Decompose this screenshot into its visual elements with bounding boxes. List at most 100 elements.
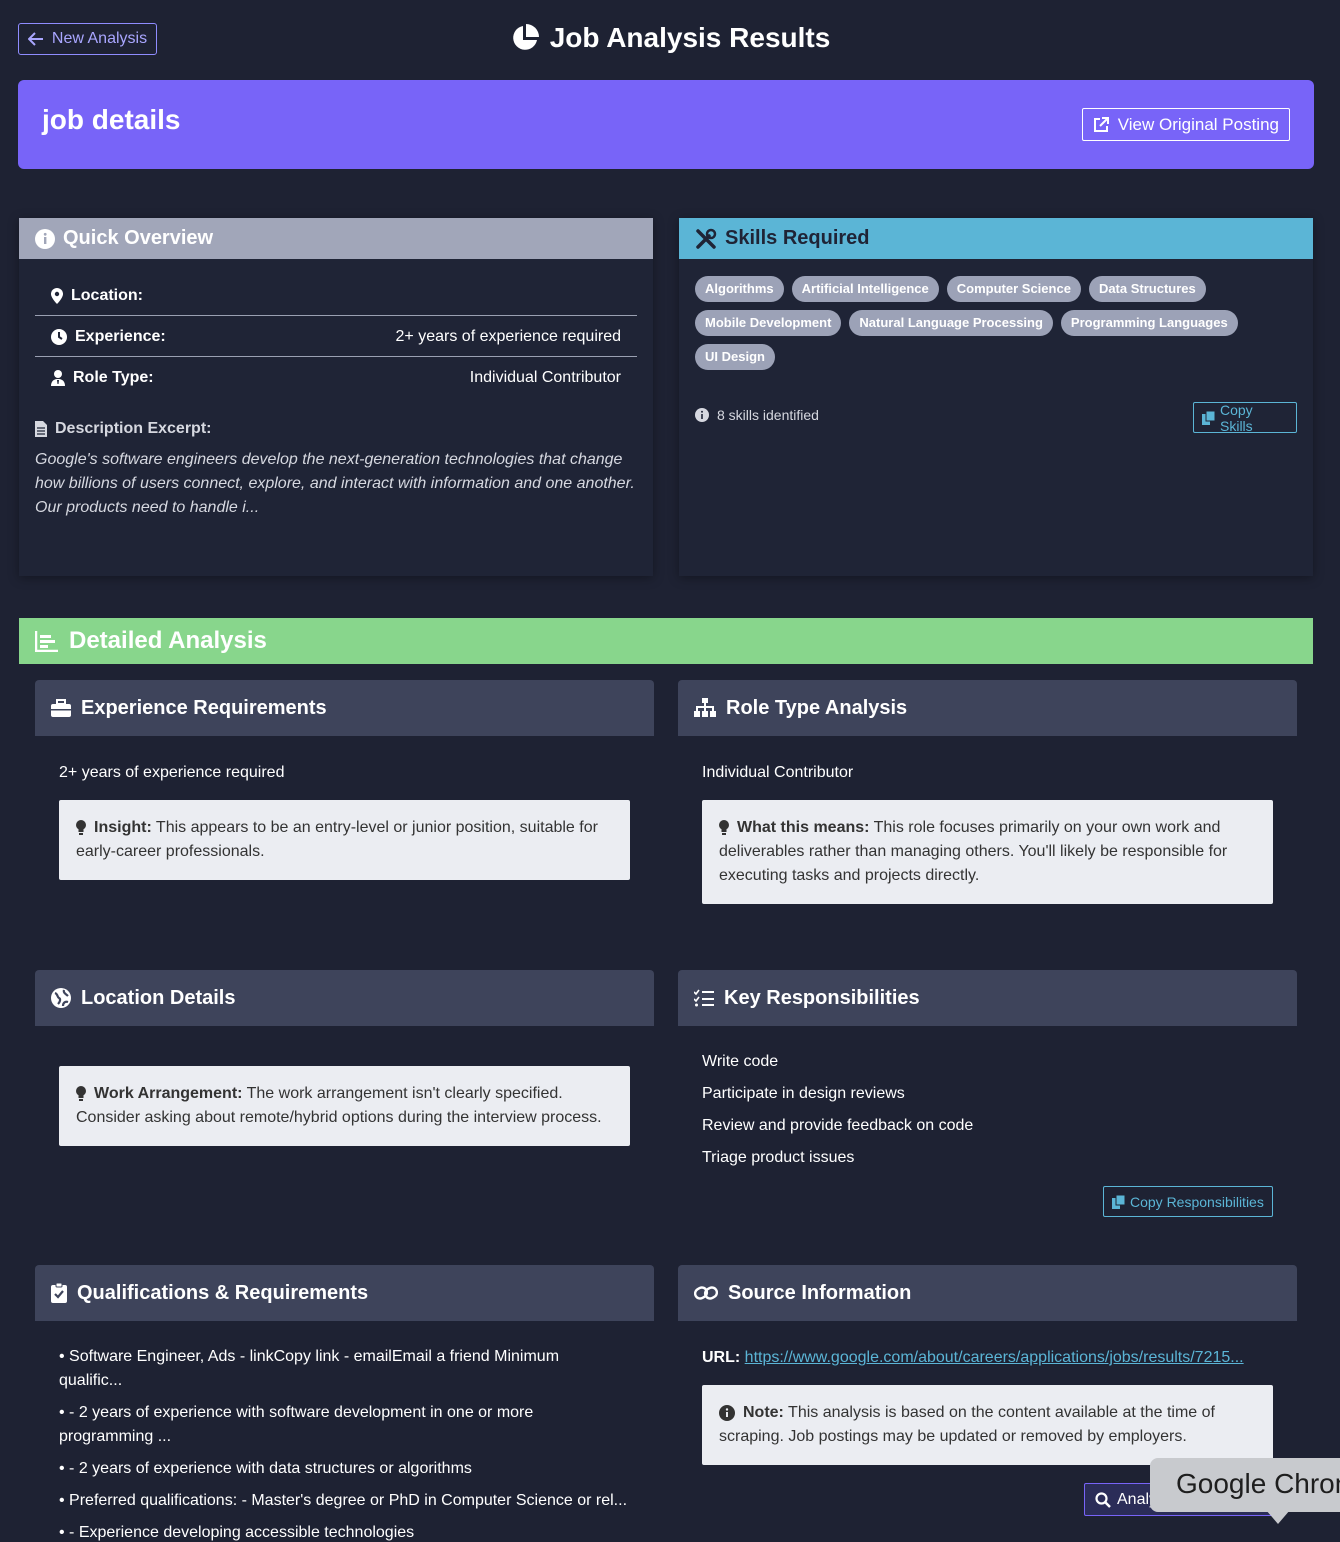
- tools-icon: [695, 228, 717, 250]
- tooltip-text: Google Chrome: [1176, 1468, 1340, 1499]
- responsibility-item: Write code: [702, 1053, 779, 1070]
- qualifications-panel-body: • Software Engineer, Ads - linkCopy link…: [35, 1321, 654, 1542]
- role-type-label: Role Type:: [73, 368, 154, 386]
- skills-count-text: 8 skills identified: [717, 407, 819, 423]
- location-panel: Location Details Work Arrangement: The w…: [35, 970, 654, 1226]
- source-url-link[interactable]: https://www.google.com/about/careers/app…: [745, 1349, 1244, 1366]
- responsibility-item: Participate in design reviews: [702, 1085, 905, 1102]
- location-label: Location:: [71, 286, 143, 304]
- file-text-icon: [35, 421, 47, 437]
- page-title: Job Analysis Results: [0, 22, 1340, 54]
- info-circle-icon: [695, 408, 709, 422]
- description-label: Description Excerpt:: [55, 420, 212, 437]
- source-note: Note: This analysis is based on the cont…: [702, 1385, 1273, 1465]
- url-label: URL:: [702, 1349, 741, 1366]
- qualifications-panel-header: Qualifications & Requirements: [35, 1265, 654, 1321]
- skills-title: Skills Required: [725, 227, 870, 249]
- responsibility-item: Triage product issues: [702, 1149, 855, 1166]
- sitemap-icon: [694, 698, 716, 718]
- description-label-wrap: Description Excerpt:: [35, 420, 211, 438]
- location-panel-body: Work Arrangement: The work arrangement i…: [35, 1026, 654, 1226]
- role-type-row: Role Type: Individual Contributor: [35, 357, 637, 398]
- banner-title: job details: [42, 104, 181, 135]
- quick-overview-header: Quick Overview: [19, 218, 653, 259]
- skill-tags: Algorithms Artificial Intelligence Compu…: [695, 276, 1265, 370]
- globe-icon: [51, 988, 71, 1008]
- meaning-label: What this means:: [737, 819, 870, 836]
- location-label-wrap: Location:: [51, 287, 143, 305]
- skill-tag: UI Design: [695, 344, 775, 370]
- experience-value: 2+ years of experience required: [395, 327, 621, 345]
- role-type-panel-header: Role Type Analysis: [678, 680, 1297, 736]
- role-type-value: Individual Contributor: [469, 368, 621, 386]
- skills-count: 8 skills identified: [695, 407, 819, 423]
- source-panel-header: Source Information: [678, 1265, 1297, 1321]
- skill-tag: Programming Languages: [1060, 310, 1238, 336]
- clipboard-check-icon: [51, 1283, 67, 1303]
- role-type-label-wrap: Role Type:: [51, 369, 154, 387]
- chart-bar-icon: [35, 630, 59, 652]
- location-row: Location:: [35, 275, 637, 316]
- insight-text: This appears to be an entry-level or jun…: [76, 819, 598, 860]
- lightbulb-icon: [719, 820, 729, 836]
- responsibilities-panel-body: Write code Participate in design reviews…: [678, 1026, 1297, 1226]
- role-type-panel: Role Type Analysis Individual Contributo…: [678, 680, 1297, 956]
- qualification-item: • Preferred qualifications: - Master's d…: [59, 1492, 628, 1509]
- responsibilities-panel-header: Key Responsibilities: [678, 970, 1297, 1026]
- copy-responsibilities-label: Copy Responsibilities: [1130, 1193, 1264, 1210]
- map-marker-icon: [51, 287, 63, 304]
- link-icon: [694, 1284, 718, 1302]
- role-type-panel-body: Individual Contributor What this means: …: [678, 736, 1297, 956]
- insight-label: Insight:: [94, 819, 152, 836]
- skill-tag: Natural Language Processing: [849, 310, 1053, 336]
- skill-tag: Mobile Development: [695, 310, 842, 336]
- detailed-analysis-header: Detailed Analysis: [19, 618, 1313, 664]
- briefcase-icon: [51, 699, 71, 717]
- qualification-item: • Software Engineer, Ads - linkCopy link…: [59, 1348, 560, 1389]
- skills-header: Skills Required: [679, 218, 1313, 259]
- experience-detail-value: 2+ years of experience required: [59, 764, 285, 781]
- responsibilities-panel-title: Key Responsibilities: [724, 986, 920, 1009]
- description-excerpt: Google's software engineers develop the …: [35, 451, 635, 516]
- skills-card: Skills Required Algorithms Artificial In…: [679, 218, 1313, 576]
- copy-skills-button[interactable]: Copy Skills: [1193, 401, 1297, 434]
- source-panel-title: Source Information: [728, 1281, 912, 1304]
- search-icon: [1095, 1491, 1111, 1508]
- experience-insight-note: Insight: This appears to be an entry-lev…: [59, 800, 630, 880]
- copy-skills-label: Copy Skills: [1220, 401, 1253, 434]
- qualification-item: • - 2 years of experience with software …: [59, 1404, 534, 1445]
- external-link-icon: [1093, 116, 1110, 133]
- view-original-posting-label: View Original Posting: [1117, 114, 1279, 134]
- experience-label-wrap: Experience:: [51, 328, 166, 346]
- location-panel-header: Location Details: [35, 970, 654, 1026]
- role-type-panel-title: Role Type Analysis: [726, 696, 908, 719]
- view-original-posting-button[interactable]: View Original Posting: [1081, 108, 1290, 141]
- top-bar: New Analysis Job Analysis Results: [0, 0, 1340, 80]
- role-type-meaning-note: What this means: This role focuses prima…: [702, 800, 1273, 904]
- responsibility-item: Review and provide feedback on code: [702, 1117, 974, 1134]
- page-title-text: Job Analysis Results: [549, 22, 831, 53]
- copy-responsibilities-button[interactable]: Copy Responsibilities: [1103, 1186, 1273, 1217]
- experience-panel-body: 2+ years of experience required Insight:…: [35, 736, 654, 936]
- work-arrangement-label: Work Arrangement:: [94, 1085, 243, 1102]
- experience-panel: Experience Requirements 2+ years of expe…: [35, 680, 654, 936]
- skill-tag: Algorithms: [695, 276, 784, 302]
- qualification-item: • - 2 years of experience with data stru…: [59, 1460, 472, 1477]
- skill-tag: Data Structures: [1088, 276, 1206, 302]
- list-check-icon: [694, 989, 714, 1007]
- location-panel-title: Location Details: [81, 986, 236, 1009]
- lightbulb-icon: [76, 1086, 86, 1102]
- quick-overview-title: Quick Overview: [63, 227, 214, 249]
- skill-tag: Computer Science: [946, 276, 1081, 302]
- tooltip-tail: [1266, 1510, 1290, 1524]
- experience-panel-header: Experience Requirements: [35, 680, 654, 736]
- experience-label: Experience:: [75, 327, 166, 345]
- job-banner: job details View Original Posting: [18, 80, 1314, 169]
- qualifications-panel-title: Qualifications & Requirements: [77, 1281, 369, 1304]
- responsibilities-panel: Key Responsibilities Write code Particip…: [678, 970, 1297, 1226]
- info-circle-icon: [35, 228, 55, 249]
- pie-chart-icon: [510, 23, 540, 53]
- quick-overview-card: Quick Overview Location: Experience: 2+ …: [19, 218, 653, 576]
- note-label: Note:: [743, 1404, 784, 1421]
- copy-icon: [1112, 1194, 1125, 1209]
